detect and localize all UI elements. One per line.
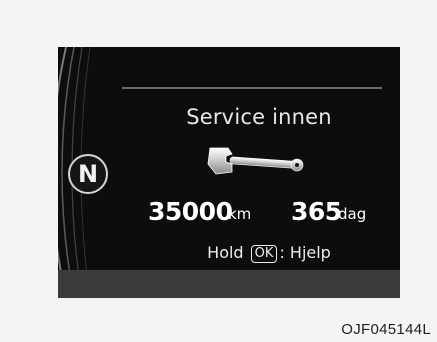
hint-suffix: : Hjelp [279, 243, 331, 262]
instrument-cluster-display: N Service innen 35000 km 365 dag Hold OK… [58, 47, 400, 298]
bottom-band [58, 270, 400, 298]
ok-button-symbol: OK [250, 245, 278, 263]
wrench-icon [207, 147, 304, 175]
service-title: Service innen [186, 105, 332, 129]
distance-unit: km [228, 205, 252, 223]
top-divider [122, 87, 382, 89]
figure-code: OJF045144L [341, 321, 431, 338]
hint-prefix: Hold [207, 243, 244, 262]
distance-value: 35000 [148, 197, 233, 226]
days-unit: dag [338, 205, 367, 223]
days-value: 365 [291, 197, 342, 226]
gear-indicator: N [68, 154, 108, 194]
help-hint: Hold OK: Hjelp [138, 243, 400, 263]
figure-frame: N Service innen 35000 km 365 dag Hold OK… [0, 0, 437, 342]
